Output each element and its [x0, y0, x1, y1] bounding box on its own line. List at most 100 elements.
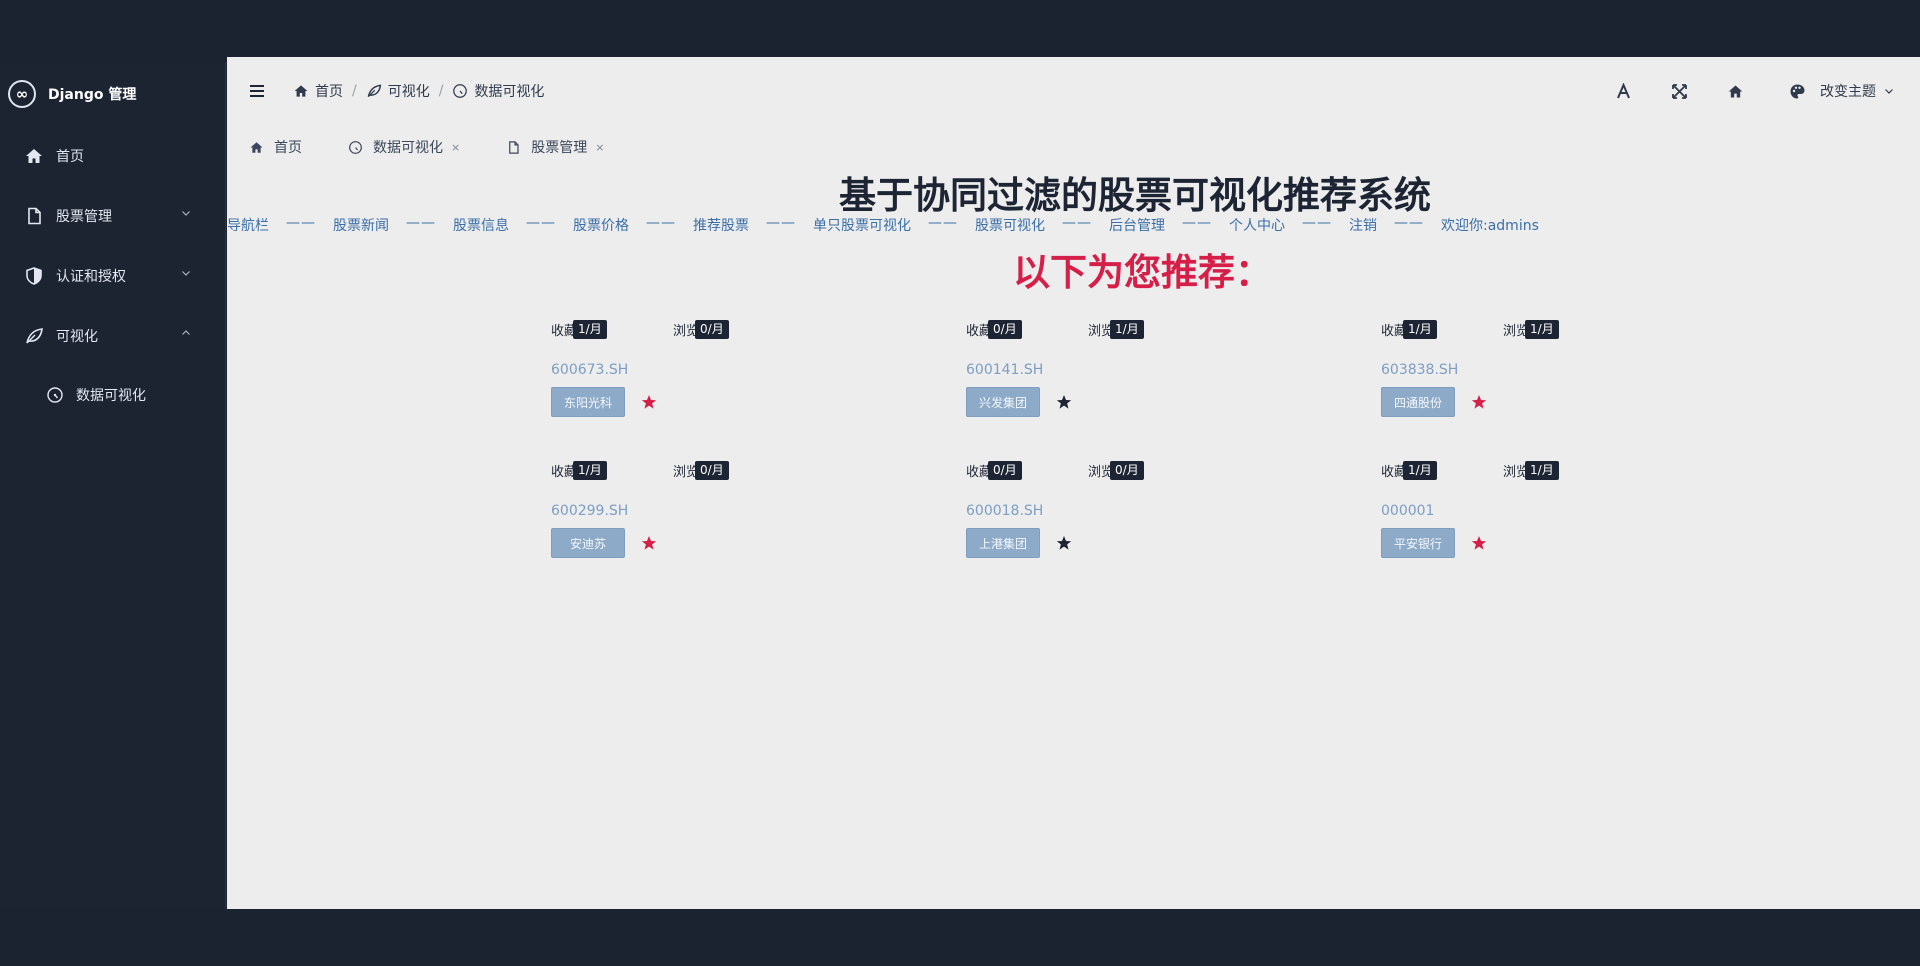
- sidebar-item-visualization[interactable]: 可视化: [0, 306, 225, 366]
- site-nav-link[interactable]: 后台管理: [1109, 215, 1165, 235]
- site-nav-link[interactable]: 个人中心: [1229, 215, 1285, 235]
- palette-icon: [1790, 84, 1805, 98]
- stock-name-row: 兴发集团: [966, 387, 1296, 417]
- breadcrumb-label: 首页: [315, 84, 343, 100]
- view-count-badge: 1/月: [1525, 460, 1559, 480]
- tab-label: 数据可视化: [373, 140, 443, 156]
- sidebar-item-auth[interactable]: 认证和授权: [0, 246, 225, 306]
- tab-bar: 首页 数据可视化 × 股票管理 ×: [249, 137, 650, 157]
- star-icon[interactable]: [641, 394, 657, 410]
- stock-code[interactable]: 603838.SH: [1381, 362, 1711, 380]
- site-nav-link[interactable]: 股票新闻: [333, 215, 389, 235]
- tab-close-icon[interactable]: ×: [595, 141, 604, 154]
- fullscreen-button[interactable]: [1667, 79, 1691, 103]
- site-nav-link[interactable]: 注销: [1349, 215, 1377, 235]
- tab-close-icon[interactable]: ×: [451, 141, 460, 154]
- shield-icon: [26, 267, 42, 285]
- home-icon: [294, 85, 308, 97]
- view-count-badge: 1/月: [1110, 319, 1144, 339]
- stock-name-button[interactable]: 安迪苏: [551, 528, 625, 558]
- stock-name-row: 东阳光科: [551, 387, 881, 417]
- stock-name-button[interactable]: 东阳光科: [551, 387, 625, 417]
- stock-code[interactable]: 000001: [1381, 503, 1711, 521]
- sidebar-item-stock-management[interactable]: 股票管理: [0, 186, 225, 246]
- star-icon[interactable]: [1471, 394, 1487, 410]
- nav-separator: ——: [1062, 215, 1092, 231]
- breadcrumb-data-visualization: 数据可视化: [452, 81, 544, 101]
- breadcrumb-separator: /: [438, 83, 444, 99]
- nav-separator: ——: [646, 215, 676, 231]
- stock-card: 收藏 1/月 浏览 0/月 600299.SH 安迪苏: [551, 460, 881, 570]
- favorite-count-badge: 1/月: [573, 319, 607, 339]
- stock-card: 收藏 0/月 浏览 0/月 600018.SH 上港集团: [966, 460, 1296, 570]
- favorite-count-badge: 0/月: [988, 460, 1022, 480]
- star-icon[interactable]: [1056, 535, 1072, 551]
- site-nav-link[interactable]: 欢迎你:admins: [1441, 215, 1539, 235]
- breadcrumb-home[interactable]: 首页: [293, 81, 343, 101]
- star-icon[interactable]: [1056, 394, 1072, 410]
- stock-code[interactable]: 600018.SH: [966, 503, 1296, 521]
- nav-separator: ——: [928, 215, 958, 231]
- dashboard-gauge-icon: [47, 387, 63, 403]
- tab-data-visualization[interactable]: 数据可视化 ×: [348, 137, 460, 157]
- chevron-up-icon: [182, 330, 190, 335]
- sidebar-subitem-data-visualization[interactable]: 数据可视化: [0, 366, 225, 424]
- view-count-badge: 0/月: [695, 460, 729, 480]
- nav-separator: ——: [526, 215, 556, 231]
- sidebar-subitem-label: 数据可视化: [76, 388, 146, 404]
- breadcrumb-visualization[interactable]: 可视化: [366, 81, 430, 101]
- sidebar-item-home[interactable]: 首页: [0, 126, 225, 186]
- stat-row: 收藏 0/月 浏览 1/月: [966, 319, 1296, 339]
- home-icon: [250, 141, 263, 153]
- stock-name-button[interactable]: 兴发集团: [966, 387, 1040, 417]
- view-count-badge: 1/月: [1525, 319, 1559, 339]
- view-count-badge: 0/月: [695, 319, 729, 339]
- stock-code[interactable]: 600299.SH: [551, 503, 881, 521]
- stat-row: 收藏 1/月 浏览 1/月: [1381, 460, 1711, 480]
- site-nav-link[interactable]: 股票可视化: [975, 215, 1045, 235]
- tab-label: 首页: [274, 140, 302, 156]
- menu-toggle-icon[interactable]: [249, 84, 265, 98]
- breadcrumb-label: 数据可视化: [474, 84, 545, 100]
- favorite-count-badge: 1/月: [1403, 319, 1437, 339]
- site-nav-link[interactable]: 股票信息: [453, 215, 509, 235]
- sidebar-item-label: 股票管理: [56, 209, 112, 225]
- tab-home[interactable]: 首页: [249, 137, 302, 157]
- site-nav-link[interactable]: 导航栏: [227, 215, 269, 235]
- stock-name-button[interactable]: 四通股份: [1381, 387, 1455, 417]
- theme-switch-dropdown[interactable]: 改变主题: [1789, 81, 1894, 101]
- sidebar-item-label: 首页: [56, 149, 84, 165]
- home-link-button[interactable]: [1723, 79, 1747, 103]
- dashboard-gauge-icon: [349, 140, 362, 154]
- brand[interactable]: ∞ Django 管理: [0, 62, 225, 126]
- stock-card: 收藏 1/月 浏览 0/月 600673.SH 东阳光科: [551, 319, 881, 429]
- stock-card: 收藏 1/月 浏览 1/月 603838.SH 四通股份: [1381, 319, 1711, 429]
- stock-name-button[interactable]: 平安银行: [1381, 528, 1455, 558]
- leaf-icon: [26, 328, 43, 344]
- site-nav-link[interactable]: 单只股票可视化: [813, 215, 911, 235]
- home-icon: [1728, 85, 1742, 97]
- view-stat: 浏览 1/月: [1503, 460, 1625, 480]
- stock-code[interactable]: 600141.SH: [966, 362, 1296, 380]
- stat-row: 收藏 0/月 浏览 0/月: [966, 460, 1296, 480]
- star-icon[interactable]: [641, 535, 657, 551]
- chevron-down-icon: [1885, 89, 1893, 94]
- brand-title: Django 管理: [48, 87, 137, 103]
- stat-row: 收藏 1/月 浏览 0/月: [551, 319, 881, 339]
- stock-code[interactable]: 600673.SH: [551, 362, 881, 380]
- star-icon[interactable]: [1471, 535, 1487, 551]
- site-nav-link[interactable]: 推荐股票: [693, 215, 749, 235]
- stat-row: 收藏 1/月 浏览 1/月: [1381, 319, 1711, 339]
- font-size-button[interactable]: [1611, 79, 1635, 103]
- dashboard-gauge-icon: [453, 84, 468, 98]
- site-nav-link[interactable]: 股票价格: [573, 215, 629, 235]
- breadcrumb-separator: /: [352, 83, 357, 99]
- stock-name-button[interactable]: 上港集团: [966, 528, 1040, 558]
- font-icon: [1616, 82, 1630, 98]
- stock-card: 收藏 1/月 浏览 1/月 000001 平安银行: [1381, 460, 1711, 570]
- nav-separator: ——: [766, 215, 796, 231]
- recommend-heading: 以下为您推荐：: [1013, 251, 1272, 294]
- view-stat: 浏览 1/月: [1503, 319, 1625, 339]
- tab-stock-management[interactable]: 股票管理 ×: [506, 137, 604, 157]
- nav-separator: ——: [286, 215, 316, 231]
